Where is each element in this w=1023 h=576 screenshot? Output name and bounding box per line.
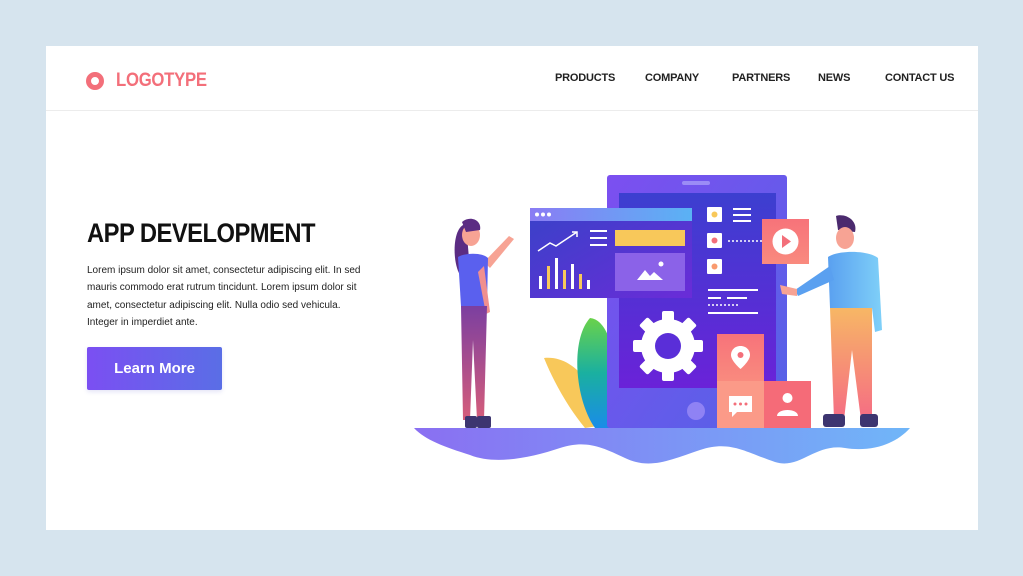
dashboard-window (530, 208, 692, 298)
gear-icon (633, 311, 703, 381)
woman-figure (454, 218, 514, 428)
wave-ground (414, 428, 910, 464)
app-development-illustration (414, 175, 910, 464)
plant-decoration (544, 318, 617, 428)
home-button (687, 402, 705, 420)
user-tile (764, 381, 811, 428)
landing-page-card: LOGOTYPE PRODUCTS COMPANY PARTNERS NEWS … (46, 46, 978, 530)
location-tile (717, 334, 764, 381)
chat-tile (717, 381, 764, 428)
play-tile (762, 219, 809, 264)
